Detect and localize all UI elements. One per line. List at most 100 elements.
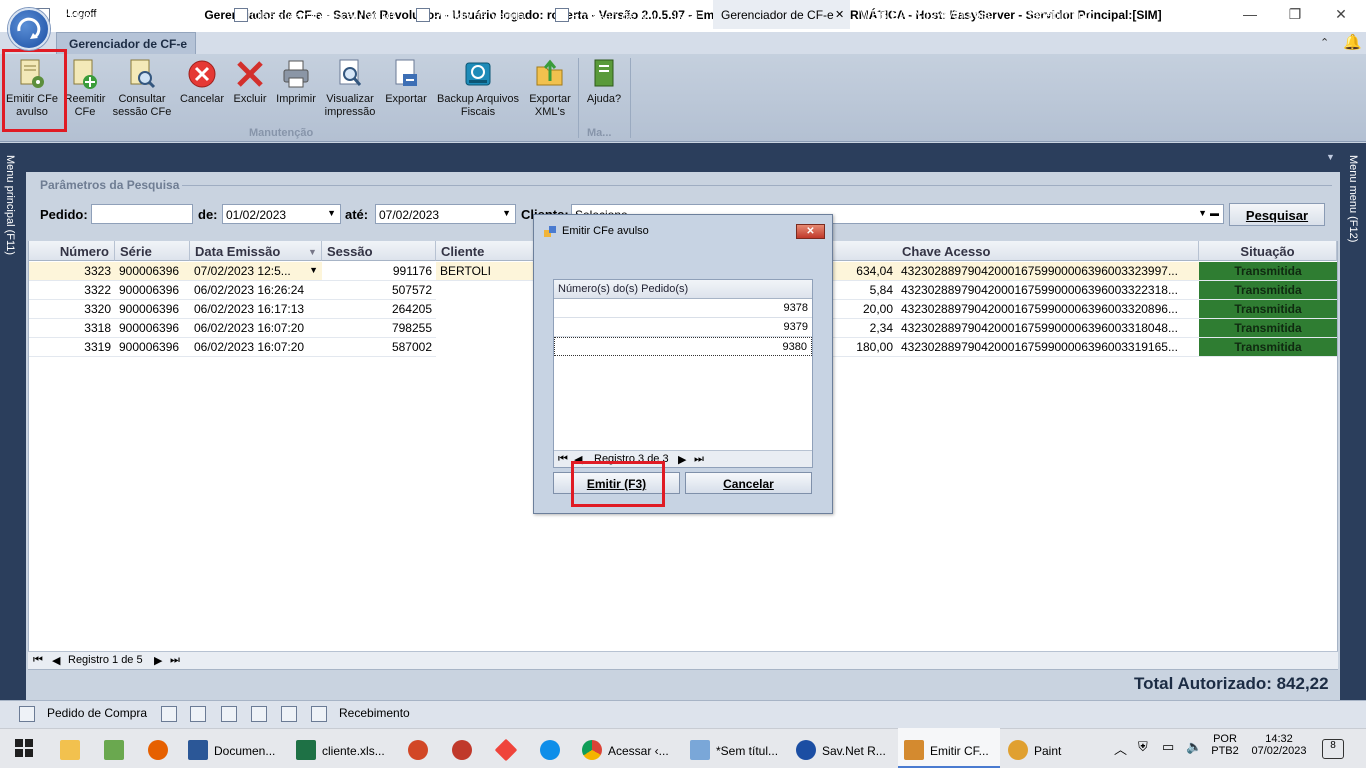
cell-numero[interactable]: 3322 xyxy=(29,281,115,300)
menu-menu-label[interactable]: Menu menu (F12) xyxy=(1347,155,1359,242)
chevron-down-icon[interactable]: ▼ xyxy=(502,208,511,218)
dialog-close-button[interactable]: ✕ xyxy=(796,224,825,239)
last-record-icon[interactable]: ⏭ xyxy=(694,453,704,466)
cell-sessao[interactable]: 991176 xyxy=(322,262,436,281)
cell-chave[interactable]: 43230288979042000167599000063960033180​4… xyxy=(897,319,1199,338)
cell-serie[interactable]: 900006396 xyxy=(115,319,190,338)
chevron-down-icon[interactable]: ▼ xyxy=(327,208,336,218)
taskbar-anydesk[interactable] xyxy=(494,728,522,768)
next-record-icon[interactable]: ▶ xyxy=(154,654,162,667)
de-date-input[interactable]: 01/02/2023 ▼ xyxy=(222,204,341,224)
consultar-sessao-button[interactable]: Consultar sessão CFe xyxy=(112,54,172,128)
taskbar-powerpoint[interactable] xyxy=(408,728,434,768)
cell-situacao[interactable]: Transmitida xyxy=(1199,338,1337,357)
clock[interactable]: 14:32 07/02/2023 xyxy=(1244,733,1314,757)
last-record-icon[interactable]: ⏭ xyxy=(170,654,180,667)
chevron-down-icon[interactable]: ▼ xyxy=(1198,208,1207,218)
ribbon-tab-gerenciador[interactable]: Gerenciador de CF-e xyxy=(56,32,196,54)
tabs-menu-icon[interactable]: ▼ xyxy=(1326,152,1335,162)
cell-sessao[interactable]: 264205 xyxy=(322,300,436,319)
taskbar-chrome[interactable]: Acessar ‹... xyxy=(582,728,682,768)
cell-serie[interactable]: 900006396 xyxy=(115,300,190,319)
exportar-button[interactable]: Exportar xyxy=(382,54,430,128)
first-record-icon[interactable]: ⏮ xyxy=(558,453,568,466)
first-record-icon[interactable]: ⏮ xyxy=(33,654,43,667)
notification-icon[interactable]: 8 xyxy=(1322,739,1344,759)
ate-date-input[interactable]: 07/02/2023 ▼ xyxy=(375,204,516,224)
tray-chevron-icon[interactable]: ︿ xyxy=(1114,739,1127,758)
col-serie[interactable]: Série xyxy=(115,241,190,261)
pedido-compra-icon[interactable] xyxy=(19,706,35,722)
cell-sessao[interactable]: 507572 xyxy=(322,281,436,300)
recebimento-link[interactable]: Recebimento xyxy=(339,706,410,720)
ribbon-collapse-icon[interactable]: ⌃ xyxy=(1320,36,1329,49)
pedido-row[interactable]: 9378 xyxy=(554,299,812,318)
taskbar-notepad[interactable] xyxy=(104,728,130,768)
taskbar-explorer[interactable] xyxy=(60,728,86,768)
cell-sessao[interactable]: 798255 xyxy=(322,319,436,338)
cell-situacao[interactable]: Transmitida xyxy=(1199,281,1337,300)
bell-icon[interactable]: 🔔 xyxy=(1343,33,1362,51)
cell-chave[interactable]: 43230288979042000167599000063960033223​1… xyxy=(897,281,1199,300)
report-icon[interactable] xyxy=(161,706,177,722)
pedido-compra-link[interactable]: Pedido de Compra xyxy=(47,706,147,720)
invoice-icon[interactable] xyxy=(251,706,267,722)
pedido-row[interactable]: 9379 xyxy=(554,318,812,337)
col-numero[interactable]: Número xyxy=(29,241,115,261)
taskbar-emitir-cfe[interactable]: Emitir CF... xyxy=(898,728,1000,768)
pesquisar-button[interactable]: Pesquisar xyxy=(1229,203,1325,226)
clear-icon[interactable]: ▬ xyxy=(1210,208,1219,218)
order-icon[interactable] xyxy=(281,706,297,722)
volume-icon[interactable]: 🔈 xyxy=(1186,739,1202,755)
language-indicator[interactable]: POR PTB2 xyxy=(1208,733,1242,757)
start-button[interactable] xyxy=(14,728,34,768)
cell-data[interactable]: 06/02/2023 16:17:13 xyxy=(190,300,322,319)
cancelar-button[interactable]: Cancelar xyxy=(178,54,226,128)
cancelar-dialog-button[interactable]: Cancelar xyxy=(685,472,812,494)
cell-data[interactable]: 07/02/2023 12:5... ▼ xyxy=(190,262,322,281)
col-chave-acesso[interactable]: Chave Acesso xyxy=(897,241,1199,261)
taskbar-savnet[interactable]: Sav.Net R... xyxy=(796,728,896,768)
cell-serie[interactable]: 900006396 xyxy=(115,262,190,281)
excluir-button[interactable]: Excluir xyxy=(230,54,270,128)
restore-button[interactable]: ❐ xyxy=(1285,6,1305,24)
security-icon[interactable]: ⛨ xyxy=(1138,739,1148,755)
prev-record-icon[interactable]: ◀ xyxy=(52,654,60,667)
col-numero-pedido[interactable]: Número(s) do(s) Pedido(s) xyxy=(554,280,812,299)
cell-serie[interactable]: 900006396 xyxy=(115,281,190,300)
app-logo-icon[interactable] xyxy=(8,8,50,50)
taskbar-app[interactable] xyxy=(452,728,478,768)
pedido-input[interactable] xyxy=(91,204,193,224)
cell-sessao[interactable]: 587002 xyxy=(322,338,436,357)
cell-chave[interactable]: 43230288979042000167599000063960033208​9… xyxy=(897,300,1199,319)
col-sessao[interactable]: Sessão xyxy=(322,241,436,261)
close-window-button[interactable]: ✕ xyxy=(1331,6,1351,24)
cell-data[interactable]: 06/02/2023 16:26:24 xyxy=(190,281,322,300)
cell-numero[interactable]: 3320 xyxy=(29,300,115,319)
taskbar-teamviewer[interactable] xyxy=(540,728,566,768)
tab-emissao-nota[interactable]: Emissão de Nota Fiscal xyxy=(555,0,698,29)
cell-valor[interactable]: 20,00 xyxy=(832,300,897,319)
cell-situacao[interactable]: Transmitida xyxy=(1199,262,1337,281)
cell-chave[interactable]: 432302889790420001675990000639600332399​… xyxy=(897,262,1199,281)
cell-numero[interactable]: 3318 xyxy=(29,319,115,338)
network-icon[interactable]: ▭ xyxy=(1162,739,1174,755)
cell-data[interactable]: 06/02/2023 16:07:20 xyxy=(190,319,322,338)
taskbar-notepad-untitled[interactable]: *Sem títul... xyxy=(690,728,790,768)
taskbar-excel[interactable]: cliente.xls... xyxy=(296,728,396,768)
cell-situacao[interactable]: Transmitida xyxy=(1199,319,1337,338)
cell-cliente[interactable]: BERTOLI xyxy=(436,262,536,281)
cell-valor[interactable]: 634,04 xyxy=(832,262,897,281)
cell-situacao[interactable]: Transmitida xyxy=(1199,300,1337,319)
taskbar-firefox[interactable] xyxy=(148,728,174,768)
cell-numero[interactable]: 3323 xyxy=(29,262,115,281)
cell-numero[interactable]: 3319 xyxy=(29,338,115,357)
cell-valor[interactable]: 5,84 xyxy=(832,281,897,300)
pedido-row[interactable]: 9380 xyxy=(554,337,812,356)
taskbar-word[interactable]: Documen... xyxy=(188,728,288,768)
tab-recebimento[interactable]: Recebimento xyxy=(1024,0,1095,29)
next-record-icon[interactable]: ▶ xyxy=(678,453,686,466)
cell-valor[interactable]: 180,00 xyxy=(832,338,897,357)
col-data-emissao[interactable]: Data Emissão xyxy=(190,241,322,261)
visualizar-impressao-button[interactable]: Visualizar impressão xyxy=(322,54,378,128)
